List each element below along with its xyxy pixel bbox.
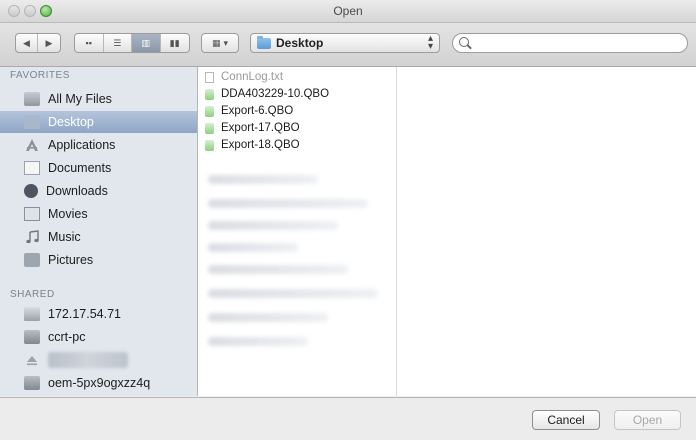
icon-view-icon: ▪▪ [85,38,92,48]
location-label: Desktop [276,36,324,50]
list-view-button[interactable]: ☰ [104,34,132,52]
back-arrow-icon: ◀ [23,37,30,48]
file-row-dda403229[interactable]: DDA403229-10.QBO [205,86,329,102]
sidebar-item-desktop[interactable]: Desktop [0,111,197,133]
title-bar: Open [0,0,696,23]
favorites-header: FAVORITES [10,70,70,81]
sidebar-item-pictures[interactable]: Pictures [0,249,197,271]
pc-icon [24,330,40,344]
grid-arrange-icon: ▦ [211,37,221,48]
view-mode-buttons: ▪▪ ☰ ▥ ▮▮ [74,33,190,53]
sidebar-item-label: oem-5px9ogxzz4q [48,376,151,390]
toolbar: ◀ ▶ ▪▪ ☰ ▥ ▮▮ ▦ ▾ Desktop ▴ ▾ [0,23,696,67]
sidebar-item-label: Applications [48,138,116,152]
window-title: Open [333,4,363,18]
sidebar-item-downloads[interactable]: Downloads [0,180,197,202]
file-column: ConnLog.txt DDA403229-10.QBO Export-6.QB… [198,67,397,396]
cover-flow-button[interactable]: ▮▮ [161,34,189,52]
redacted-file-row [208,337,308,346]
open-dialog: Open ◀ ▶ ▪▪ ☰ ▥ ▮▮ ▦ ▾ Desktop ▴ ▾ FAVORI… [0,0,696,440]
sidebar-item-label: Documents [48,161,112,175]
chevron-down-icon: ▾ [223,37,229,48]
sidebar-item-music[interactable]: Music [0,226,197,248]
search-field[interactable] [452,33,688,53]
sidebar-item-shared-redacted[interactable] [0,349,197,371]
sidebar-item-label: Movies [48,207,88,221]
text-file-icon [205,71,214,83]
sidebar-item-label: Pictures [48,253,94,267]
sidebar-item-label: ccrt-pc [48,330,86,344]
forward-button[interactable]: ▶ [38,34,60,52]
open-button[interactable]: Open [614,410,681,430]
qbo-file-icon [205,88,214,100]
sidebar-item-all-my-files[interactable]: All My Files [0,88,197,110]
sidebar-item-movies[interactable]: Movies [0,203,197,225]
cover-flow-icon: ▮▮ [169,37,180,48]
search-icon [459,37,469,47]
sidebar-item-shared-oem-pc[interactable]: oem-5px9ogxzz4q [0,372,197,394]
file-name: Export-6.QBO [221,105,294,117]
navigation-buttons: ◀ ▶ [15,33,61,53]
pc-icon [24,376,40,390]
redacted-file-row [208,313,328,322]
empty-column [397,67,696,396]
eject-icon[interactable] [24,353,40,367]
pictures-icon [24,253,40,267]
icon-view-button[interactable]: ▪▪ [75,34,104,52]
file-row-export-17[interactable]: Export-17.QBO [205,120,300,136]
sidebar-item-label: All My Files [48,92,112,106]
sidebar-item-label: Music [48,230,81,244]
sidebar-item-label: Downloads [46,184,108,198]
list-view-icon: ☰ [113,37,122,48]
forward-arrow-icon: ▶ [45,37,53,48]
shared-header: SHARED [10,289,55,300]
redacted-file-row [208,199,368,208]
sidebar-item-shared-172-17-54-71[interactable]: 172.17.54.71 [0,303,197,325]
redacted-file-row [208,265,348,274]
sidebar-item-shared-ccrt-pc[interactable]: ccrt-pc [0,326,197,348]
qbo-file-icon [205,105,214,117]
bottom-bar: Cancel Open [0,397,696,440]
redacted-file-row [208,221,338,230]
music-icon [24,230,40,244]
sidebar-item-label: 172.17.54.71 [48,307,121,321]
applications-icon [24,138,40,152]
file-name: ConnLog.txt [221,71,284,83]
all-my-files-icon [24,92,40,106]
redacted-label [48,352,128,368]
sidebar-item-applications[interactable]: Applications [0,134,197,156]
file-name: Export-17.QBO [221,122,300,134]
arrange-menu-button[interactable]: ▦ ▾ [201,33,239,53]
qbo-file-icon [205,122,214,134]
column-view-icon: ▥ [141,37,150,48]
network-server-icon [24,307,40,321]
documents-icon [24,161,40,175]
redacted-file-row [208,175,318,184]
cancel-button[interactable]: Cancel [532,410,600,430]
desktop-icon [24,115,40,129]
location-popup[interactable]: Desktop ▴ ▾ [250,33,440,53]
sidebar: FAVORITES All My Files Desktop Applicati… [0,67,198,396]
redacted-file-row [208,243,298,252]
sidebar-item-documents[interactable]: Documents [0,157,197,179]
search-input[interactable] [475,36,679,52]
folder-icon [257,35,271,49]
updown-chevron-icon: ▴ ▾ [427,33,433,52]
movies-icon [24,207,40,221]
file-row-export-18[interactable]: Export-18.QBO [205,137,300,153]
back-button[interactable]: ◀ [16,34,38,52]
qbo-file-icon [205,139,214,151]
file-row-connlog: ConnLog.txt [205,69,283,85]
file-name: DDA403229-10.QBO [221,88,330,100]
redacted-file-row [208,289,378,298]
column-view-button[interactable]: ▥ [132,34,161,52]
file-name: Export-18.QBO [221,139,300,151]
file-row-export-6[interactable]: Export-6.QBO [205,103,293,119]
sidebar-item-label: Desktop [48,115,94,129]
downloads-icon [24,184,38,198]
